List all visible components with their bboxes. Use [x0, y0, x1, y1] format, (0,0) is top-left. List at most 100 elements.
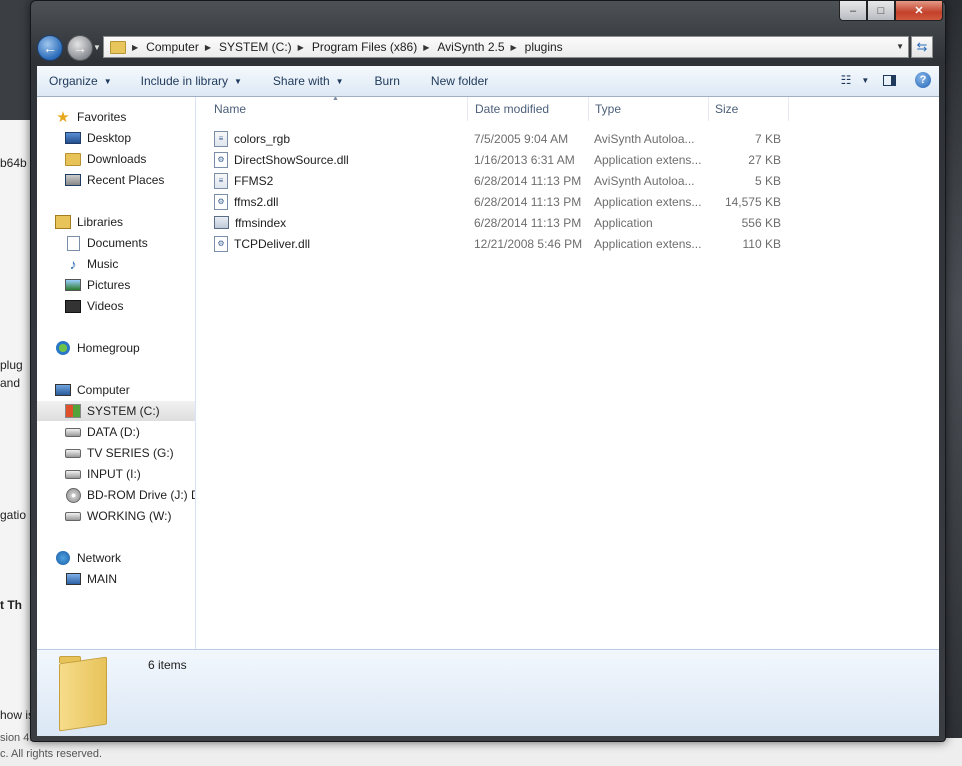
- file-type: Application: [594, 215, 653, 230]
- table-row[interactable]: ffmsindex 6/28/2014 11:13 PM Application…: [196, 212, 939, 233]
- table-row[interactable]: ⚙ TCPDeliver.dll 12/21/2008 5:46 PM Appli…: [196, 233, 939, 254]
- preview-pane-icon: [882, 74, 896, 86]
- change-view-button[interactable]: ☷ ▼: [841, 70, 870, 90]
- share-with-menu[interactable]: Share with ▼: [251, 74, 353, 88]
- nav-drive-tv-series-g[interactable]: TV SERIES (G:): [65, 443, 174, 463]
- preview-pane-button[interactable]: [879, 70, 899, 90]
- nav-drive-input-i[interactable]: INPUT (I:): [65, 464, 141, 484]
- file-date: 7/5/2005 9:04 AM: [474, 131, 569, 146]
- include-in-library-menu[interactable]: Include in library ▼: [121, 74, 251, 88]
- new-folder-button[interactable]: New folder: [409, 74, 497, 88]
- command-bar: Organize ▼ Include in library ▼ Share with…: [37, 66, 939, 97]
- column-header-date-modified[interactable]: Date modified: [469, 97, 589, 121]
- nav-favorites[interactable]: ★ Favorites: [55, 107, 126, 127]
- nav-documents[interactable]: Documents: [65, 233, 148, 253]
- refresh-button[interactable]: ⇆: [911, 36, 933, 58]
- file-date: 6/28/2014 11:13 PM: [474, 215, 582, 230]
- view-list-icon: ☷: [840, 73, 852, 87]
- chevron-right-icon[interactable]: ▶: [511, 43, 517, 52]
- chevron-right-icon[interactable]: ▶: [298, 43, 304, 52]
- documents-icon: [66, 235, 80, 251]
- recent-pages-dropdown[interactable]: ▼: [93, 43, 101, 52]
- nav-recent-places[interactable]: Recent Places: [65, 170, 164, 190]
- nav-desktop[interactable]: Desktop: [65, 128, 131, 148]
- file-date: 6/28/2014 11:13 PM: [474, 194, 582, 209]
- background-bottom-strip: sion 4. c. All rights reserved.: [0, 732, 962, 766]
- dll-icon: ⚙: [214, 193, 228, 210]
- organize-menu[interactable]: Organize ▼: [37, 74, 121, 88]
- breadcrumb-separator[interactable]: ▶: [132, 43, 146, 52]
- minimize-button[interactable]: –: [839, 1, 867, 21]
- column-header-type[interactable]: Type: [589, 97, 709, 121]
- table-row[interactable]: ≡ FFMS2 6/28/2014 11:13 PM AviSynth Autol…: [196, 170, 939, 191]
- table-row[interactable]: ⚙ ffms2.dll 6/28/2014 11:13 PM Applicatio…: [196, 191, 939, 212]
- nav-pictures[interactable]: Pictures: [65, 275, 130, 295]
- breadcrumb-program-files[interactable]: Program Files (x86) ▶: [312, 40, 438, 54]
- nav-videos[interactable]: Videos: [65, 296, 123, 316]
- file-name: ffmsindex: [235, 215, 287, 230]
- recent-places-icon: [65, 174, 81, 186]
- background-desktop: [944, 0, 962, 766]
- chevron-right-icon[interactable]: ▶: [423, 43, 429, 52]
- burn-button[interactable]: Burn: [353, 74, 409, 88]
- details-pane: 6 items: [37, 649, 939, 736]
- item-count: 6 items: [148, 658, 187, 672]
- address-bar[interactable]: ▶ Computer ▶ SYSTEM (C:) ▶ Program Files (…: [103, 36, 909, 58]
- column-header-name[interactable]: Name: [208, 97, 468, 121]
- file-type: Application extens...: [594, 194, 702, 209]
- file-name: TCPDeliver.dll: [234, 236, 311, 251]
- disc-drive-icon: [65, 487, 81, 503]
- nav-drive-working-w[interactable]: WORKING (W:): [65, 506, 171, 526]
- script-icon: ≡: [214, 130, 228, 147]
- file-name: colors_rgb: [234, 131, 291, 146]
- back-button[interactable]: ←: [37, 35, 63, 61]
- drive-icon: [65, 469, 81, 479]
- forward-button[interactable]: →: [67, 35, 93, 61]
- drive-icon: [65, 511, 81, 521]
- pictures-icon: [65, 279, 81, 291]
- file-type: Application extens...: [594, 152, 702, 167]
- help-button[interactable]: ?: [913, 70, 933, 90]
- address-dropdown-icon[interactable]: ▼: [896, 42, 904, 51]
- breadcrumb-avisynth[interactable]: AviSynth 2.5 ▶: [437, 40, 524, 54]
- nav-drive-data-d[interactable]: DATA (D:): [65, 422, 140, 442]
- nav-network[interactable]: Network: [55, 548, 121, 568]
- file-type: AviSynth Autoloa...: [594, 131, 695, 146]
- nav-libraries[interactable]: Libraries: [55, 212, 123, 232]
- refresh-icon: ⇆: [916, 39, 928, 54]
- file-name: FFMS2: [234, 173, 274, 188]
- maximize-button[interactable]: □: [867, 1, 895, 21]
- nav-homegroup[interactable]: Homegroup: [55, 338, 140, 358]
- nav-drive-bd-rom-j[interactable]: BD-ROM Drive (J:) D: [65, 485, 195, 505]
- chevron-down-icon: ▼: [335, 76, 344, 86]
- folder-icon: [110, 40, 126, 54]
- nav-downloads[interactable]: Downloads: [65, 149, 146, 169]
- nav-network-main[interactable]: MAIN: [65, 569, 117, 589]
- nav-computer[interactable]: Computer: [55, 380, 130, 400]
- file-name: DirectShowSource.dll: [234, 152, 349, 167]
- navigation-pane: ★ Favorites Desktop Downloads Recent Plac…: [37, 97, 196, 649]
- table-row[interactable]: ⚙ DirectShowSource.dll 1/16/2013 6:31 AM …: [196, 149, 939, 170]
- drive-icon: [65, 448, 81, 458]
- downloads-folder-icon: [65, 152, 81, 166]
- breadcrumb-plugins[interactable]: plugins: [525, 40, 563, 54]
- file-date: 6/28/2014 11:13 PM: [474, 173, 582, 188]
- file-size: 556 KB: [741, 215, 781, 230]
- file-type: AviSynth Autoloa...: [594, 173, 695, 188]
- file-date: 12/21/2008 5:46 PM: [474, 236, 583, 251]
- nav-drive-system-c[interactable]: SYSTEM (C:): [37, 401, 195, 421]
- column-header-size[interactable]: Size: [709, 97, 789, 121]
- computer-icon: [55, 384, 71, 396]
- nav-music[interactable]: ♪ Music: [65, 254, 119, 274]
- breadcrumb-computer[interactable]: Computer ▶: [146, 40, 219, 54]
- music-icon: ♪: [69, 256, 77, 272]
- windows-drive-icon: [65, 404, 81, 418]
- explorer-window: – □ ✕ ← → ▼ ▶ Computer ▶ SYSTEM (C:) ▶ Pro…: [30, 0, 946, 742]
- close-button[interactable]: ✕: [895, 1, 943, 21]
- chevron-right-icon[interactable]: ▶: [205, 43, 211, 52]
- chevron-down-icon: ▼: [861, 75, 870, 85]
- script-icon: ≡: [214, 172, 228, 189]
- table-row[interactable]: ≡ colors_rgb 7/5/2005 9:04 AM AviSynth Au…: [196, 128, 939, 149]
- breadcrumb-system-c[interactable]: SYSTEM (C:) ▶: [219, 40, 312, 54]
- file-type: Application extens...: [594, 236, 702, 251]
